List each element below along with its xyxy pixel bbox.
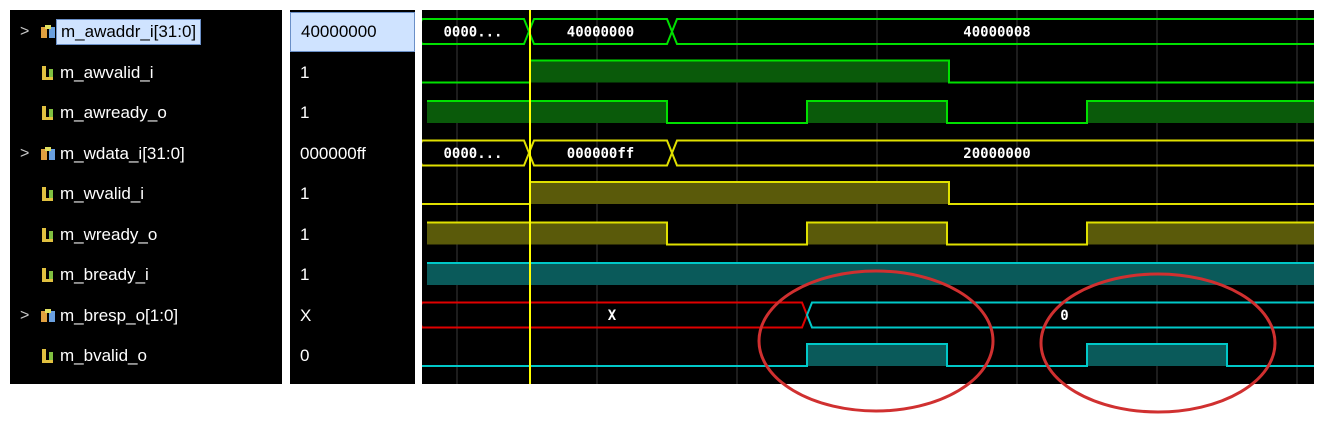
bus-value-label: 000000ff xyxy=(567,146,634,162)
signal-name: m_wvalid_i xyxy=(60,184,145,203)
signal-value: 1 xyxy=(300,224,310,244)
signal-value-panel: 40000000 1 1 000000ff 1 1 1 X 0 xyxy=(290,10,415,384)
high-pulse xyxy=(427,222,667,245)
bus-value-label: 0000... xyxy=(443,25,502,41)
signal-name: m_bvalid_o xyxy=(60,346,147,365)
signal-name: m_wready_o xyxy=(60,224,158,244)
signal-row[interactable]: m_wvalid_i xyxy=(10,174,282,214)
high-pulse xyxy=(1087,344,1227,366)
bus-value-label: 0000... xyxy=(443,146,502,162)
wire-signal-icon xyxy=(40,267,56,283)
high-pulse xyxy=(427,263,1314,285)
bus-signal-icon xyxy=(40,146,56,162)
bus-signal-icon xyxy=(40,308,56,324)
high-pulse xyxy=(427,101,667,123)
expand-chevron-icon[interactable]: > xyxy=(20,307,29,325)
signal-row[interactable]: m_bvalid_o xyxy=(10,336,282,376)
high-pulse xyxy=(530,182,949,204)
signal-value: 1 xyxy=(300,103,310,122)
signal-name: m_awaddr_i[31:0] xyxy=(56,19,202,45)
signal-value: 1 xyxy=(300,265,310,284)
signal-row[interactable]: m_awready_o xyxy=(10,93,282,133)
bus-value-label: 40000008 xyxy=(963,25,1030,41)
high-pulse xyxy=(807,222,947,245)
signal-name: m_bresp_o[1:0] xyxy=(60,305,179,325)
signal-name: m_awready_o xyxy=(60,103,167,122)
signal-value: 1 xyxy=(300,184,310,203)
bus-value-label: 40000000 xyxy=(567,25,634,41)
signal-value: 000000ff xyxy=(300,143,366,163)
signal-row[interactable]: > m_wdata_i[31:0] xyxy=(10,134,282,174)
waveform-canvas[interactable]: 0000... 40000000 40000008 0000... 000000ff 20… xyxy=(422,10,1314,384)
high-pulse xyxy=(807,101,947,123)
bus-value-label: X xyxy=(608,308,617,324)
waveform-panel[interactable]: 0000... 40000000 40000008 0000... 000000ff 20… xyxy=(422,10,1314,384)
signal-row[interactable]: > m_bresp_o[1:0] xyxy=(10,296,282,336)
signal-name: m_awvalid_i xyxy=(60,62,154,82)
signal-name-panel: > m_awaddr_i[31:0] m_awvalid_i m_awready_o >… xyxy=(10,10,282,384)
expand-chevron-icon[interactable]: > xyxy=(20,23,29,41)
wire-signal-icon xyxy=(40,65,56,81)
signal-value: X xyxy=(300,305,312,325)
high-pulse xyxy=(1087,222,1314,245)
wire-signal-icon xyxy=(40,105,56,121)
expand-chevron-icon[interactable]: > xyxy=(20,145,29,163)
high-pulse xyxy=(530,60,949,83)
signal-value: 40000000 xyxy=(290,12,415,52)
bus-signal-icon xyxy=(40,24,56,40)
bus-value-label: 0 xyxy=(1060,308,1068,324)
wire-signal-icon xyxy=(40,227,56,243)
signal-row[interactable]: m_wready_o xyxy=(10,215,282,255)
signal-name: m_bready_i xyxy=(60,265,149,284)
signal-value: 0 xyxy=(300,346,310,365)
signal-row[interactable]: > m_awaddr_i[31:0] xyxy=(10,12,282,52)
signal-value: 1 xyxy=(300,62,310,82)
bus-value-label: 20000000 xyxy=(963,146,1030,162)
signal-row[interactable]: m_awvalid_i xyxy=(10,53,282,93)
signal-row[interactable]: m_bready_i xyxy=(10,255,282,295)
wire-signal-icon xyxy=(40,186,56,202)
wire-signal-icon xyxy=(40,348,56,364)
signal-name: m_wdata_i[31:0] xyxy=(60,143,185,163)
high-pulse xyxy=(807,344,947,366)
high-pulse xyxy=(1087,101,1314,123)
